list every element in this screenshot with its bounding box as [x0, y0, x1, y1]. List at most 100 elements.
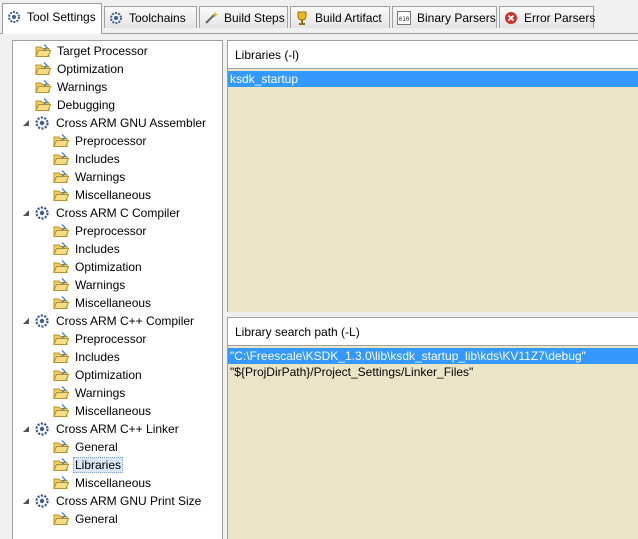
tree-item-label: Warnings — [75, 170, 126, 184]
svg-text:010: 010 — [399, 16, 410, 23]
tree-item-label: Cross ARM C++ Compiler — [56, 314, 195, 328]
folder-icon — [53, 277, 69, 293]
folder-icon — [53, 241, 69, 257]
tree-item[interactable]: Optimization — [35, 60, 126, 78]
tree-item-label: Preprocessor — [75, 134, 147, 148]
folder-icon — [53, 331, 69, 347]
tree-item-label: Miscellaneous — [75, 476, 152, 490]
expand-toggle-icon[interactable] — [21, 420, 31, 438]
folder-icon — [53, 223, 69, 239]
folder-icon — [53, 457, 69, 473]
tree-item[interactable]: Warnings — [53, 384, 127, 402]
folder-icon — [53, 367, 69, 383]
tree-item[interactable]: Optimization — [53, 366, 144, 384]
folder-icon — [35, 79, 51, 95]
tree-item[interactable]: Miscellaneous — [53, 294, 153, 312]
folder-icon — [53, 133, 69, 149]
tab-build-steps[interactable]: Build Steps — [199, 6, 288, 28]
expand-toggle-icon[interactable] — [21, 492, 31, 510]
tree-item-label: Preprocessor — [75, 332, 147, 346]
tab-toolchains[interactable]: Toolchains — [104, 6, 197, 28]
tree-item[interactable]: Cross ARM GNU Print Size — [21, 492, 203, 510]
folder-icon — [35, 97, 51, 113]
binary-icon: 010 — [397, 10, 411, 25]
tree-item-label: Warnings — [75, 386, 126, 400]
tree-item[interactable]: Miscellaneous — [53, 402, 153, 420]
tab-tool-settings[interactable]: Tool Settings — [2, 3, 102, 34]
tree-item[interactable]: Optimization — [53, 258, 144, 276]
tree-item[interactable]: Preprocessor — [53, 330, 148, 348]
tree-item[interactable]: Includes — [53, 150, 122, 168]
tree-item-label: Optimization — [57, 62, 124, 76]
tree-item[interactable]: Warnings — [35, 78, 109, 96]
gear-icon — [7, 10, 21, 24]
tree-item[interactable]: Miscellaneous — [53, 474, 153, 492]
tab-label: Toolchains — [129, 10, 186, 25]
error-icon — [504, 11, 518, 25]
tab-bar: Tool Settings Toolchains Build Steps Bui… — [0, 0, 638, 34]
search-path-header: Library search path (-L) — [227, 317, 638, 345]
tree-item-label: Warnings — [57, 80, 108, 94]
tree-item[interactable]: Miscellaneous — [53, 186, 153, 204]
tree-item[interactable]: General — [53, 438, 120, 456]
expand-toggle-icon[interactable] — [21, 204, 31, 222]
tab-binary-parsers[interactable]: 010 Binary Parsers — [392, 6, 497, 28]
tree-item[interactable]: Cross ARM GNU Assembler — [21, 114, 208, 132]
tree-item[interactable]: Cross ARM C Compiler — [21, 204, 182, 222]
folder-icon — [53, 349, 69, 365]
tree-item-label: Optimization — [75, 260, 142, 274]
settings-tree[interactable]: Target Processor Optimization Warnings Debu… — [12, 40, 223, 539]
tab-label: Tool Settings — [27, 10, 96, 24]
tree-item-label: Optimization — [75, 368, 142, 382]
folder-icon — [53, 511, 69, 527]
libraries-list[interactable]: ksdk_startup — [227, 68, 638, 312]
tree-item-label: Libraries — [73, 457, 124, 473]
list-item[interactable]: "${ProjDirPath}/Project_Settings/Linker_… — [228, 364, 638, 380]
tab-build-artifact[interactable]: Build Artifact — [290, 6, 390, 28]
search-path-list[interactable]: "C:\Freescale\KSDK_1.3.0\lib\ksdk_startu… — [227, 345, 638, 539]
tab-error-parsers[interactable]: Error Parsers — [499, 6, 596, 28]
tab-label: Build Artifact — [315, 10, 382, 25]
tree-item[interactable]: Warnings — [53, 276, 127, 294]
tree-item-label: Miscellaneous — [75, 296, 152, 310]
list-item[interactable]: "C:\Freescale\KSDK_1.3.0\lib\ksdk_startu… — [228, 348, 638, 364]
tree-item[interactable]: General — [53, 510, 120, 528]
tree-item[interactable]: Target Processor — [35, 42, 150, 60]
wand-icon — [204, 11, 218, 25]
tree-item[interactable]: Debugging — [35, 96, 117, 114]
folder-icon — [53, 187, 69, 203]
search-path-title: Library search path (-L) — [235, 324, 360, 339]
tree-item-label: Cross ARM C++ Linker — [56, 422, 179, 436]
tree-item[interactable]: Preprocessor — [53, 132, 148, 150]
folder-icon — [53, 475, 69, 491]
tree-item[interactable]: Cross ARM C++ Linker — [21, 420, 181, 438]
tree-item[interactable]: Includes — [53, 240, 122, 258]
expand-toggle-icon[interactable] — [21, 312, 31, 330]
tree-item-label: Cross ARM GNU Assembler — [56, 116, 207, 130]
tree-item[interactable]: Includes — [53, 348, 122, 366]
tree-item-label: Includes — [75, 242, 120, 256]
folder-icon — [53, 295, 69, 311]
tree-item[interactable]: Preprocessor — [53, 222, 148, 240]
tab-label: Binary Parsers — [417, 10, 496, 25]
folder-icon — [53, 385, 69, 401]
trophy-icon — [295, 11, 309, 25]
tree-item[interactable]: Warnings — [53, 168, 127, 186]
folder-icon — [53, 151, 69, 167]
tree-item-label: General — [75, 440, 118, 454]
tree-item-label: Cross ARM C Compiler — [56, 206, 181, 220]
folder-icon — [53, 259, 69, 275]
tree-item-label: Includes — [75, 152, 120, 166]
tree-item[interactable]: Cross ARM C++ Compiler — [21, 312, 196, 330]
tree-item-label: Includes — [75, 350, 120, 364]
tree-item-label: Target Processor — [57, 44, 148, 58]
tab-label: Error Parsers — [524, 10, 596, 25]
list-item[interactable]: ksdk_startup — [228, 71, 638, 87]
gear-icon — [34, 205, 50, 221]
tree-item[interactable]: Libraries — [53, 456, 124, 474]
tree-item-label: Preprocessor — [75, 224, 147, 238]
folder-icon — [35, 43, 51, 59]
gear-icon — [34, 493, 50, 509]
gear-icon — [34, 421, 50, 437]
expand-toggle-icon[interactable] — [21, 114, 31, 132]
